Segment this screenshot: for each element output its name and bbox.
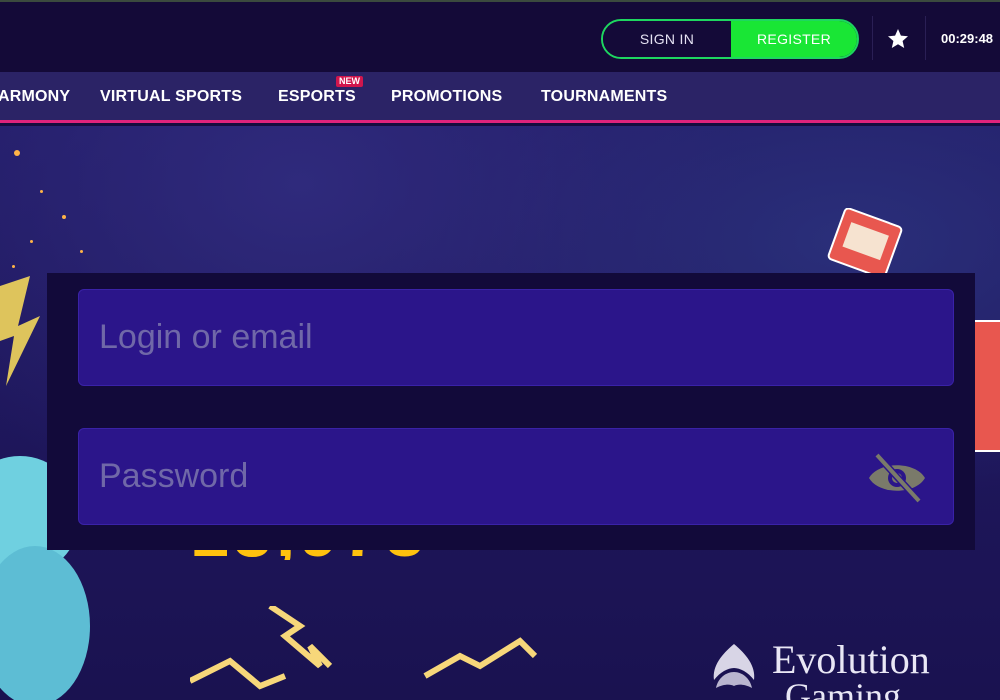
session-clock: 00:29:48 bbox=[941, 31, 994, 46]
evolution-gaming-logo bbox=[713, 644, 755, 688]
auth-toggle: SIGN IN REGISTER bbox=[601, 19, 859, 59]
nav-item-harmony[interactable]: ARMONY bbox=[0, 88, 70, 106]
provider-name-line2: Gaming bbox=[785, 676, 901, 700]
lightning-crack-decoration bbox=[190, 606, 538, 690]
divider bbox=[925, 16, 926, 60]
main-nav: ARMONY VIRTUAL SPORTS ESPORTS PROMOTIONS… bbox=[0, 72, 1000, 123]
playing-card-decoration bbox=[827, 208, 903, 278]
divider bbox=[872, 16, 873, 60]
casino-page: 13,978 Evolution Gaming SIGN IN REGISTER… bbox=[0, 0, 1000, 700]
top-header: SIGN IN REGISTER 00:29:48 bbox=[0, 0, 1000, 72]
nav-item-promotions[interactable]: PROMOTIONS bbox=[391, 88, 502, 106]
login-form bbox=[47, 273, 975, 550]
eye-off-icon[interactable] bbox=[865, 451, 929, 505]
login-field bbox=[78, 289, 954, 386]
password-field bbox=[78, 428, 954, 525]
provider-name-line1: Evolution bbox=[772, 637, 930, 682]
register-button[interactable]: REGISTER bbox=[731, 21, 857, 57]
password-input[interactable] bbox=[99, 429, 859, 524]
star-icon[interactable] bbox=[886, 27, 910, 51]
sign-in-button[interactable]: SIGN IN bbox=[603, 21, 731, 57]
lightning-bolt-left bbox=[0, 276, 40, 386]
nav-item-esports[interactable]: ESPORTS bbox=[278, 88, 356, 106]
new-badge: NEW bbox=[336, 76, 363, 87]
nav-item-virtual-sports[interactable]: VIRTUAL SPORTS bbox=[100, 88, 242, 106]
login-input[interactable] bbox=[99, 290, 859, 385]
nav-item-tournaments[interactable]: TOURNAMENTS bbox=[541, 88, 667, 106]
